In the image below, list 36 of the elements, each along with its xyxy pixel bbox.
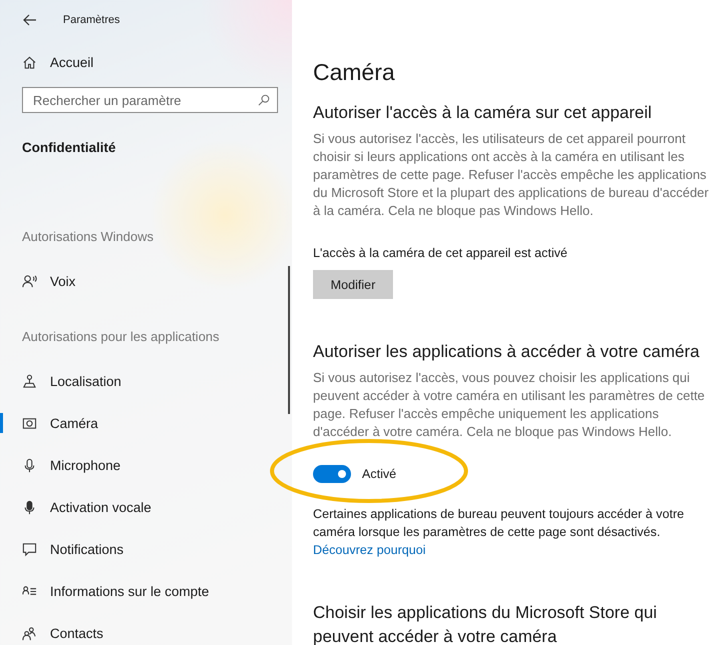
speech-bubble-icon	[22, 542, 37, 556]
search-icon	[258, 94, 270, 106]
group-heading: Autorisations Windows	[22, 229, 154, 246]
sidebar-item[interactable]: Informations sur le compte	[0, 581, 278, 601]
group-heading: Autorisations pour les applications	[22, 329, 220, 346]
camera-icon	[22, 416, 37, 430]
home-link[interactable]: Accueil	[22, 52, 278, 72]
sidebar-item[interactable]: Contacts	[0, 623, 278, 643]
microphone-icon	[22, 458, 37, 472]
toggle-label: Activé	[362, 467, 396, 481]
back-arrow-icon[interactable]	[23, 14, 37, 26]
toggle-switch[interactable]	[313, 465, 351, 483]
description-text: Si vous autorisez l'accès, les utilisateurs de cet appareil pourront choisir si leurs applications ont accès à la caméra en utilisant les paramètres de cette page. Refuser l'accès empêche les applications du Microsoft Store et la plupart des applications de bureau d'accéder à la caméra. Cela ne bloque pas Windows Hello.	[313, 130, 710, 220]
home-icon	[22, 54, 37, 70]
section-title: Confidentialité	[22, 140, 117, 157]
sidebar-item[interactable]: Caméra	[0, 413, 278, 433]
person-pin-icon	[22, 374, 37, 388]
note-text: Certaines applications de bureau peuvent toujours accéder à votre caméra lorsque les paramètres de cette page sont désactivés.	[313, 506, 686, 541]
description-text: Si vous autorisez l'accès, vous pouvez choisir les applications qui peuvent accéder à votre caméra en utilisant les paramètres de cette page. Refuser l'accès empêche uniquement les applications d'accéder à votre caméra. Cela ne bloque pas Windows Hello.	[313, 369, 706, 441]
search-field[interactable]: Rechercher un paramètre	[22, 87, 278, 113]
learn-why-link[interactable]: Découvrez pourquoi	[313, 541, 426, 559]
window-title: Paramètres	[63, 14, 120, 26]
sidebar-item[interactable]: Activation vocale	[0, 497, 278, 517]
section-heading: Autoriser les applications à accéder à votre caméra	[313, 341, 700, 363]
people-icon	[22, 626, 37, 640]
status-text: L'accès à la caméra de cet appareil est activé	[313, 245, 568, 262]
scrollbar[interactable]	[288, 266, 290, 414]
section-heading: Autoriser l'accès à la caméra sur cet appareil	[313, 102, 653, 124]
sidebar-item[interactable]: Notifications	[0, 539, 278, 559]
modify-button[interactable]: Modifier	[313, 270, 393, 299]
voice-icon	[22, 274, 37, 288]
microphone-icon	[22, 500, 37, 514]
sidebar-item[interactable]: Voix	[0, 271, 278, 291]
page-title: Caméra	[313, 58, 396, 86]
sidebar-item[interactable]: Localisation	[0, 371, 278, 391]
sidebar-item[interactable]: Microphone	[0, 455, 278, 475]
